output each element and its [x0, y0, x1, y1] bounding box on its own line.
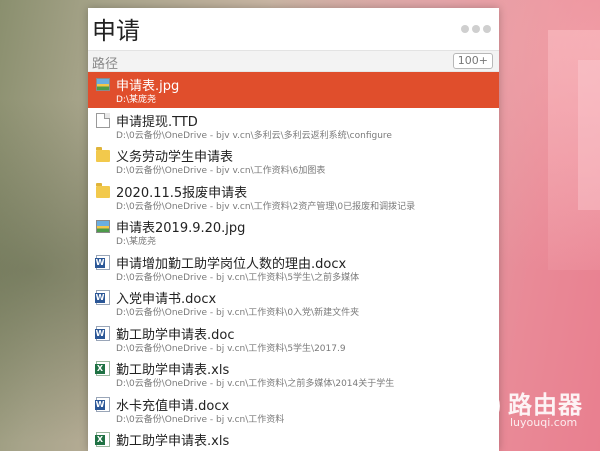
- result-file-path: D:\0云备份\OneDrive - bj v.cn\工作资料\之前多媒体\20…: [116, 379, 395, 389]
- results-header: 路径 100+: [88, 51, 499, 72]
- watermark: 路由器 luyouqi.com: [458, 383, 600, 435]
- result-item[interactable]: 申请增加勤工助学岗位人数的理由.docxD:\0云备份\OneDrive - b…: [88, 250, 499, 286]
- result-file-path: D:\0云备份\OneDrive - bj v.cn\工作资料\5学生\2017…: [116, 343, 346, 354]
- watermark-url: luyouqi.com: [510, 416, 578, 429]
- more-options-button[interactable]: [461, 25, 491, 33]
- folder-icon: [96, 147, 110, 162]
- result-item[interactable]: 义务劳动学生申请表 D:\0云备份\OneDrive - bjv v.cn\工作资…: [88, 143, 499, 179]
- result-item[interactable]: 申请表.jpg D:\某庞尧: [88, 72, 499, 108]
- result-item[interactable]: 申请提现.TTD D:\0云备份\OneDrive - bjv v.cn\多利云\…: [88, 108, 499, 144]
- dot-icon: [472, 25, 480, 33]
- result-item[interactable]: 2020.11.5报废申请表 D:\0云备份\OneDrive - bjv v.c…: [88, 179, 499, 215]
- image-icon: [96, 78, 110, 91]
- result-item[interactable]: 水卡充值申请.docxD:\0云备份\OneDrive - bj v.cn\工作…: [88, 392, 499, 428]
- result-item[interactable]: 勤工助学申请表.docD:\0云备份\OneDrive - bj v.cn\工作…: [88, 321, 499, 357]
- image-icon: [96, 220, 110, 233]
- result-file-path: D:\0云备份\OneDrive - bjv v.cn\工作资料\2资产管理\0…: [116, 201, 416, 212]
- word-icon: [95, 396, 110, 412]
- result-file-path: D:\0云备份\OneDrive - bjv v.cn\工作资料\6加图表: [116, 166, 326, 176]
- search-bar: [88, 8, 499, 51]
- file-icon: [96, 112, 110, 128]
- search-input[interactable]: [92, 10, 452, 46]
- results-list: 申请表.jpg D:\某庞尧 申请提现.TTD D:\0云备份\OneDrive - …: [88, 72, 499, 451]
- result-file-path: D:\某庞尧: [116, 95, 156, 105]
- search-panel: 路径 100+ 申请表.jpgD:\某庞尧申请提现.TTDD:\0云备份\One…: [88, 8, 499, 451]
- watermark-title: 路由器: [508, 391, 583, 419]
- word-icon: [95, 325, 110, 341]
- result-item[interactable]: 入党申请书.docxD:\0云备份\OneDrive - bj v.cn\工作资…: [88, 285, 499, 321]
- dot-icon: [483, 25, 491, 33]
- result-file-path: D:\0云备份\OneDrive - bj v.cn\工作资料\5学生\之前多媒…: [116, 272, 360, 283]
- folder-icon: [96, 182, 110, 198]
- path-column-label: 路径: [92, 57, 119, 72]
- result-file-path: D:\某庞尧: [116, 237, 156, 247]
- result-file-path: D:\0云备份\OneDrive - bjv v.cn\多利云\多利云返利系统\…: [116, 130, 392, 141]
- result-file-name: 勤工助学申请表.xls: [116, 434, 230, 449]
- result-item[interactable]: 勤工助学申请表.xlsD:\0云备份\OneDrive - bj v.cn\工作…: [88, 356, 499, 392]
- excel-icon: [95, 361, 110, 376]
- router-logo-icon: [460, 386, 500, 426]
- dot-icon: [461, 25, 469, 33]
- word-icon: [95, 290, 110, 305]
- result-file-path: D:\0云备份\OneDrive - bj v.cn\工作资料\0入党\新建文件…: [116, 308, 360, 318]
- word-icon: [95, 254, 110, 270]
- result-item[interactable]: 申请表2019.9.20.jpg D:\某庞尧: [88, 214, 499, 250]
- result-file-path: D:\0云备份\OneDrive - bj v.cn\工作资料: [116, 414, 285, 425]
- excel-icon: [95, 432, 110, 447]
- result-count-badge: 100+: [452, 53, 493, 69]
- desktop-window-decoration: [578, 60, 600, 210]
- result-item[interactable]: 勤工助学申请表.xls: [88, 427, 499, 451]
